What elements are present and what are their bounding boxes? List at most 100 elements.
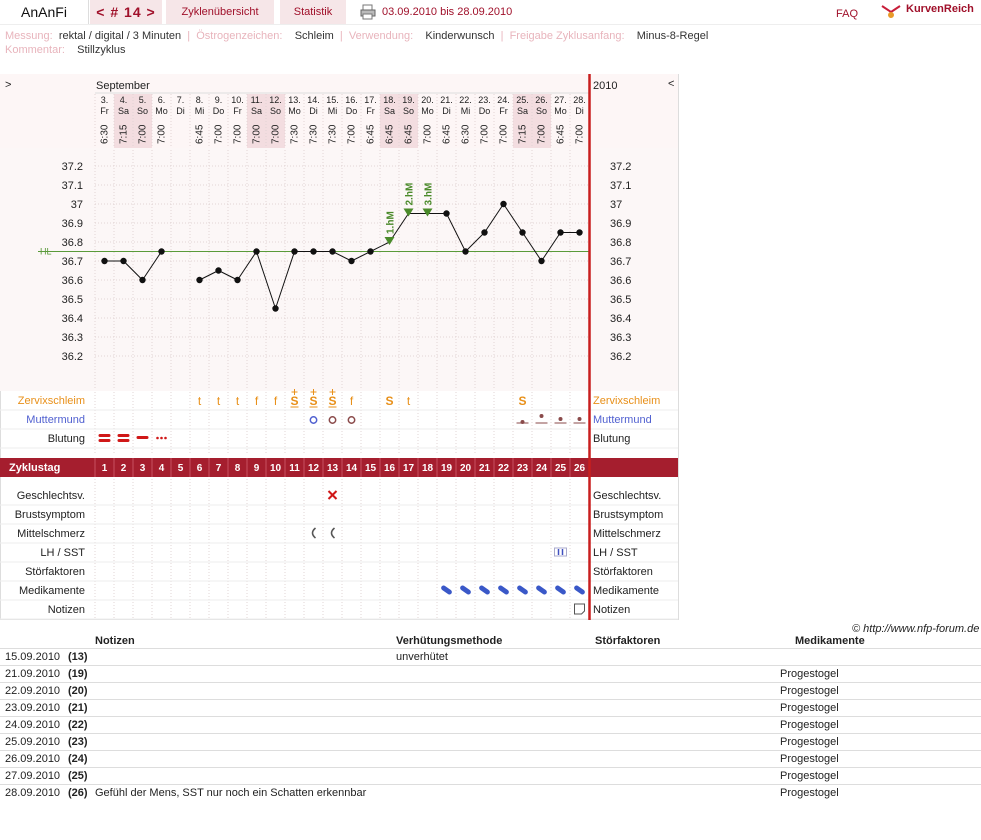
bleeding-strong-mark — [98, 434, 111, 437]
lh-test-icon — [554, 547, 567, 557]
cycle-day-number: 8 — [235, 463, 241, 474]
cycle-nav-button[interactable]: < # 14 > — [90, 0, 162, 24]
pipe-separator: | — [336, 30, 346, 42]
weekday-label: So — [536, 106, 547, 116]
cycle-day-number: 1 — [102, 463, 108, 474]
day-number: 14. — [307, 95, 320, 105]
day-number: 15. — [326, 95, 339, 105]
temperature-point — [310, 248, 317, 255]
weekday-label: So — [137, 106, 148, 116]
measure-time: 6:45 — [385, 124, 396, 144]
cycle-day-number: 5 — [178, 463, 184, 474]
oestro-value: Schleim — [294, 30, 334, 42]
col-method-header: Verhütungsmethode — [396, 635, 503, 647]
measure-time: 7:00 — [575, 124, 586, 144]
row-label-lh: LH / SST — [40, 547, 85, 559]
temperature-point — [196, 276, 203, 284]
cycle-day-number: 11 — [289, 463, 300, 474]
row-date: 24.09.2010 — [5, 719, 61, 731]
weekday-label: Di — [176, 106, 185, 116]
y-tick-label: 36.6 — [610, 275, 631, 287]
day-number: 12. — [269, 95, 282, 105]
measure-time: 6:30 — [100, 124, 111, 144]
cycle-day-number: 24 — [536, 463, 548, 474]
day-number: 7. — [177, 95, 185, 105]
bleeding-strong-mark — [117, 434, 130, 437]
zervix-value: S — [328, 394, 336, 408]
day-number: 17. — [364, 95, 377, 105]
brand-name[interactable]: KurvenReich — [906, 3, 974, 15]
cycle-day-number: 14 — [346, 463, 358, 474]
row-cycle-day: (24) — [68, 753, 88, 765]
zervix-value: S — [385, 394, 393, 408]
weekday-label: Sa — [384, 106, 395, 116]
row-medication: Progestogel — [780, 787, 839, 799]
cycle-day-number: 23 — [517, 463, 529, 474]
printer-icon[interactable] — [360, 4, 376, 20]
table-row: 26.09.2010 (24) Progestogel — [0, 750, 981, 767]
weekday-label: Sa — [517, 106, 528, 116]
table-header: Notizen Verhütungsmethode Störfaktoren M… — [0, 634, 981, 648]
row-date: 15.09.2010 — [5, 651, 61, 663]
zervix-value: S — [309, 394, 317, 408]
row-label-right-stoer: Störfaktoren — [593, 566, 653, 578]
kurvenreich-logo-icon[interactable] — [880, 2, 902, 20]
temperature-point — [101, 257, 108, 265]
weekday-label: Do — [346, 106, 358, 116]
weekday-label: Mo — [554, 106, 567, 116]
hm-label: 3.hM — [424, 183, 435, 206]
measure-time: 7:00 — [157, 124, 168, 144]
weekday-label: Fr — [100, 106, 109, 116]
table-row: 15.09.2010 (13) unverhütet — [0, 648, 981, 665]
row-label-blut: Blutung — [48, 433, 85, 445]
cervix-position-dot — [520, 420, 525, 424]
cycle-day-number: 13 — [327, 463, 339, 474]
temperature-point — [158, 248, 165, 255]
measure-time: 6:45 — [366, 124, 377, 144]
row-date: 25.09.2010 — [5, 736, 61, 748]
day-number: 8. — [196, 95, 204, 105]
temperature-point — [120, 257, 127, 265]
month-label: September — [96, 80, 150, 92]
day-number: 20. — [421, 95, 434, 105]
row-method: unverhütet — [396, 651, 448, 663]
row-label-mutter: Muttermund — [26, 414, 85, 426]
weekday-label: So — [270, 106, 281, 116]
day-number: 24. — [497, 95, 510, 105]
row-label-right-blut: Blutung — [593, 433, 630, 445]
cycle-day-number: 15 — [365, 463, 377, 474]
temperature-point — [481, 229, 488, 236]
cycle-info-line-2: Kommentar: Stillzyklus — [5, 44, 125, 56]
row-medication: Progestogel — [780, 753, 839, 765]
freigabe-label: Freigabe Zyklusanfang: — [509, 30, 625, 42]
bleeding-spotting-dot — [156, 436, 159, 440]
bleeding-spotting-dot — [164, 436, 167, 440]
cervix-position-dot — [577, 417, 582, 421]
statistics-button[interactable]: Statistik — [280, 0, 346, 24]
temperature-point — [139, 276, 146, 284]
overview-button[interactable]: Zyklenübersicht — [166, 0, 274, 24]
measure-time: 7:30 — [328, 124, 339, 144]
row-label-right-gv: Geschlechtsv. — [593, 490, 661, 502]
y-tick-label: 36.8 — [610, 237, 631, 249]
measure-time: 7:00 — [347, 124, 358, 144]
temperature-point — [576, 229, 583, 236]
cycle-day-number: 17 — [403, 463, 415, 474]
cycle-day-number: 10 — [270, 463, 282, 474]
top-bar: AnAnFi < # 14 > Zyklenübersicht Statisti… — [0, 0, 981, 24]
day-number: 26. — [535, 95, 548, 105]
verwendung-label: Verwendung: — [348, 30, 414, 42]
temperature-chart: 37.2 37.237.1 37.137 3736.9 36.936.8 36.836.7… — [0, 74, 679, 620]
username: AnAnFi — [0, 0, 89, 24]
measure-time: 6:45 — [442, 124, 453, 144]
nav-left-arrow: > — [5, 79, 11, 91]
faq-link[interactable]: FAQ — [836, 2, 858, 26]
cycle-day-number: 25 — [555, 463, 567, 474]
date-range: 03.09.2010 bis 28.09.2010 — [382, 6, 513, 18]
row-cycle-day: (22) — [68, 719, 88, 731]
row-cycle-day: (21) — [68, 702, 88, 714]
row-medication: Progestogel — [780, 702, 839, 714]
row-cycle-day: (20) — [68, 685, 88, 697]
y-tick-label: 36.5 — [610, 294, 631, 306]
cycle-day-number: 26 — [574, 463, 586, 474]
